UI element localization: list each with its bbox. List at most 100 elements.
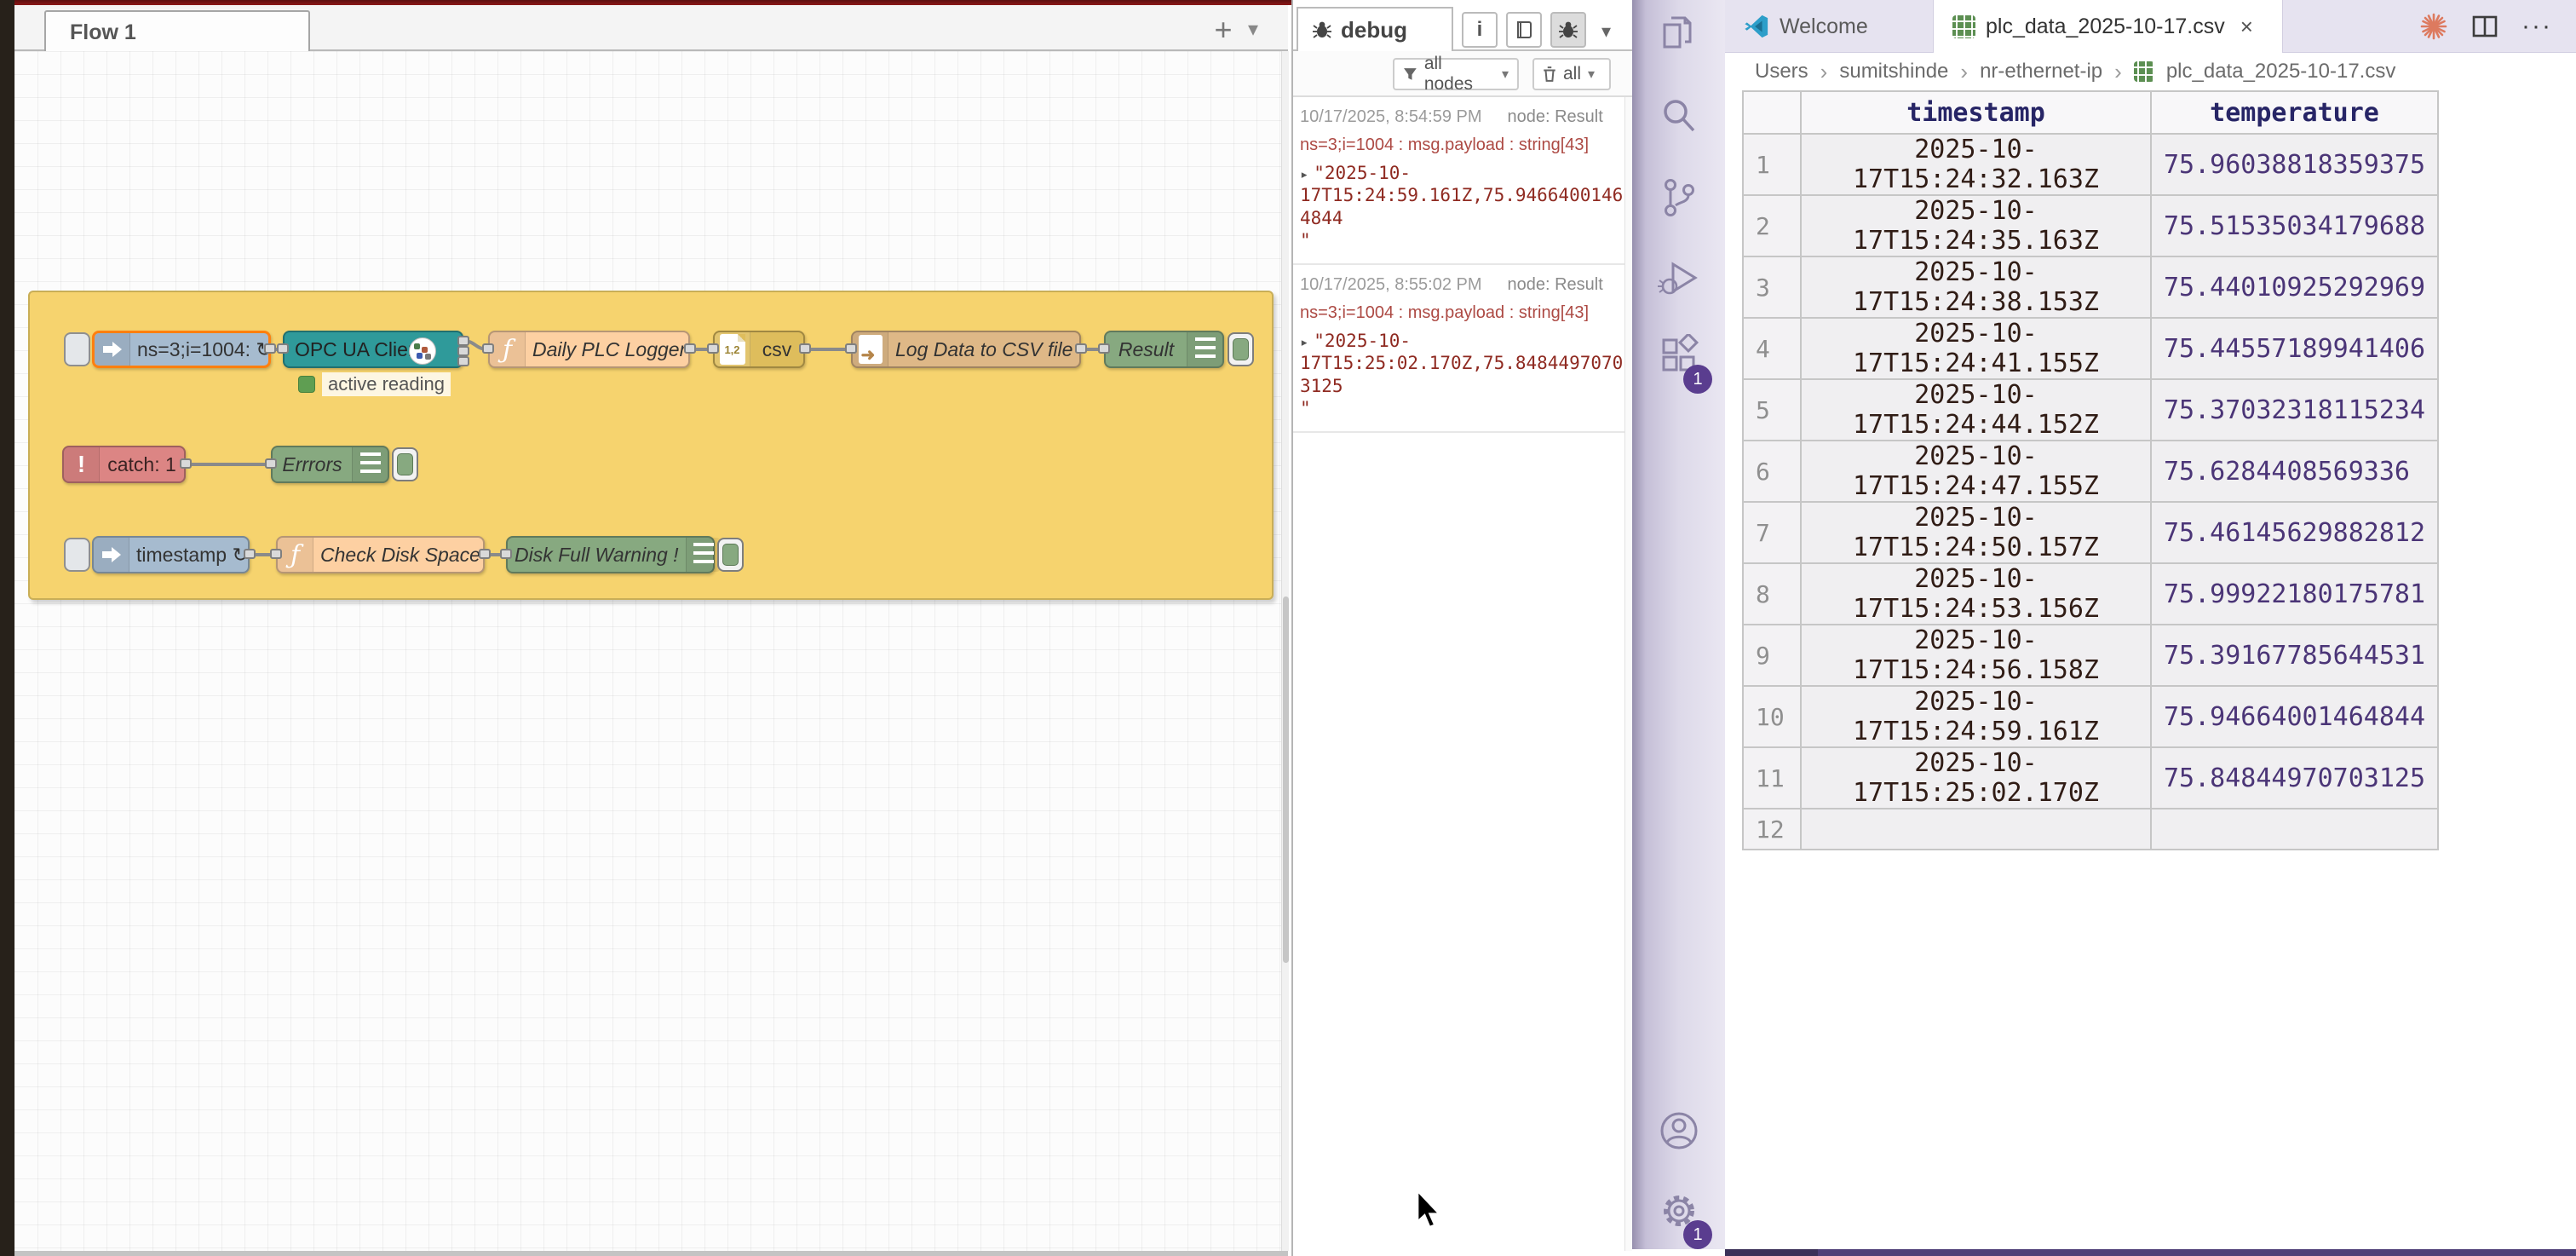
breadcrumb-item[interactable]: sumitshinde [1839,60,1948,84]
cell-temperature[interactable]: 75.84844970703125 [2151,747,2438,809]
cell-temperature[interactable]: 75.46145629882812 [2151,502,2438,563]
output-port[interactable] [457,356,469,366]
inject-node-timestamp[interactable]: timestamp ↻ [92,536,250,573]
breadcrumb-item[interactable]: nr-ethernet-ip [1980,60,2102,84]
cell-timestamp[interactable]: 2025-10-17T15:24:53.156Z [1801,563,2151,625]
row-number[interactable]: 11 [1743,747,1801,809]
cell-timestamp[interactable]: 2025-10-17T15:24:47.155Z [1801,441,2151,502]
breadcrumb-item[interactable]: plc_data_2025-10-17.csv [2166,60,2396,84]
output-port[interactable] [457,336,469,346]
expand-arrow-icon[interactable]: ▸ [1300,334,1308,351]
output-port[interactable] [180,458,192,469]
cell-timestamp[interactable]: 2025-10-17T15:24:41.155Z [1801,318,2151,379]
cell-timestamp[interactable] [1801,809,2151,850]
close-tab-icon[interactable]: × [2240,14,2253,40]
cell-temperature[interactable]: 75.37032318115234 [2151,379,2438,441]
debug-node-result[interactable]: Result [1104,331,1224,368]
cell-timestamp[interactable]: 2025-10-17T15:24:35.163Z [1801,195,2151,256]
cell-timestamp[interactable]: 2025-10-17T15:24:32.163Z [1801,134,2151,195]
tab-csv-file[interactable]: plc_data_2025-10-17.csv × [1934,0,2283,53]
row-number[interactable]: 2 [1743,195,1801,256]
cell-timestamp[interactable]: 2025-10-17T15:24:59.161Z [1801,686,2151,747]
cell-temperature[interactable] [2151,809,2438,850]
output-port[interactable] [799,343,811,354]
info-tab-button[interactable]: i [1462,12,1498,48]
cell-timestamp[interactable]: 2025-10-17T15:24:38.153Z [1801,256,2151,318]
row-number[interactable]: 8 [1743,563,1801,625]
debug-node-errors[interactable]: Errrors [271,446,389,483]
catch-node[interactable]: ! catch: 1 [62,446,186,483]
cell-temperature[interactable]: 75.44010925292969 [2151,256,2438,318]
input-port[interactable] [845,343,857,354]
flow-list-caret-icon[interactable]: ▾ [1248,17,1258,42]
canvas-scrollbar[interactable] [1281,51,1289,1251]
cell-temperature[interactable]: 75.44557189941406 [2151,318,2438,379]
row-number[interactable]: 7 [1743,502,1801,563]
row-number[interactable]: 10 [1743,686,1801,747]
cell-timestamp[interactable]: 2025-10-17T15:24:56.158Z [1801,625,2151,686]
cell-temperature[interactable]: 75.51535034179688 [2151,195,2438,256]
output-port[interactable] [264,343,276,354]
flow-tab[interactable]: Flow 1 [44,10,310,53]
debug-toggle-button[interactable] [392,447,418,481]
search-icon[interactable] [1658,95,1700,137]
file-out-node[interactable]: ➜ Log Data to CSV file [851,331,1081,368]
cell-timestamp[interactable]: 2025-10-17T15:24:44.152Z [1801,379,2151,441]
input-port[interactable] [482,343,494,354]
debug-toggle-button[interactable] [717,538,744,572]
function-node-check-disk[interactable]: ƒ Check Disk Space [276,536,485,573]
account-icon[interactable] [1658,1109,1700,1152]
row-number[interactable]: 5 [1743,379,1801,441]
row-number[interactable]: 4 [1743,318,1801,379]
debug-toggle-button[interactable] [1228,332,1254,366]
cell-timestamp[interactable]: 2025-10-17T15:25:02.170Z [1801,747,2151,809]
cell-temperature[interactable]: 75.39167785644531 [2151,625,2438,686]
input-port[interactable] [265,458,277,469]
output-port[interactable] [457,346,469,356]
filter-nodes-button[interactable]: all nodes ▾ [1393,58,1519,90]
input-port[interactable] [500,549,512,559]
run-debug-icon[interactable] [1658,257,1700,300]
inject-trigger-button[interactable] [64,332,90,366]
input-port[interactable] [1098,343,1110,354]
row-number[interactable]: 1 [1743,134,1801,195]
column-header-temperature[interactable]: temperature [2151,91,2438,134]
row-number[interactable]: 3 [1743,256,1801,318]
row-number[interactable]: 6 [1743,441,1801,502]
opcua-client-node[interactable]: OPC UA Client [283,331,463,368]
clear-messages-button[interactable]: all ▾ [1532,58,1611,90]
flow-canvas[interactable]: ns=3;i=1004: ↻ OPC UA Client ƒ [14,51,1281,1251]
cell-temperature[interactable]: 75.96038818359375 [2151,134,2438,195]
breadcrumb-item[interactable]: Users [1755,60,1808,84]
explorer-icon[interactable] [1658,13,1700,55]
expand-arrow-icon[interactable]: ▸ [1300,166,1308,183]
output-port[interactable] [1075,343,1087,354]
cell-temperature[interactable]: 75.94664001464844 [2151,686,2438,747]
help-tab-button[interactable] [1506,12,1542,48]
debug-messages-tab-button[interactable] [1550,12,1586,48]
inject-trigger-button[interactable] [64,538,90,572]
input-port[interactable] [707,343,719,354]
input-port[interactable] [270,549,282,559]
more-actions-icon[interactable]: ··· [2521,12,2552,41]
debug-tab[interactable]: debug [1297,7,1453,51]
cell-temperature[interactable]: 75.6284408569336 [2151,441,2438,502]
output-port[interactable] [479,549,491,559]
sidebar-menu-caret-icon[interactable]: ▾ [1601,20,1611,43]
scrollbar-thumb[interactable] [1283,596,1289,963]
input-port[interactable] [277,343,289,354]
output-port[interactable] [244,549,256,559]
cell-temperature[interactable]: 75.99922180175781 [2151,563,2438,625]
debug-node-disk-warning[interactable]: Disk Full Warning ! [506,536,715,573]
tab-welcome[interactable]: Welcome [1725,0,1934,53]
row-number[interactable]: 9 [1743,625,1801,686]
output-port[interactable] [684,343,696,354]
cell-timestamp[interactable]: 2025-10-17T15:24:50.157Z [1801,502,2151,563]
column-header-timestamp[interactable]: timestamp [1801,91,2151,134]
inject-node-plc[interactable]: ns=3;i=1004: ↻ [92,331,271,368]
split-editor-icon[interactable] [2472,15,2498,37]
source-control-icon[interactable] [1658,176,1700,219]
debug-scrollbar[interactable] [1624,97,1632,1251]
starburst-icon[interactable] [2419,12,2448,41]
row-number[interactable]: 12 [1743,809,1801,850]
